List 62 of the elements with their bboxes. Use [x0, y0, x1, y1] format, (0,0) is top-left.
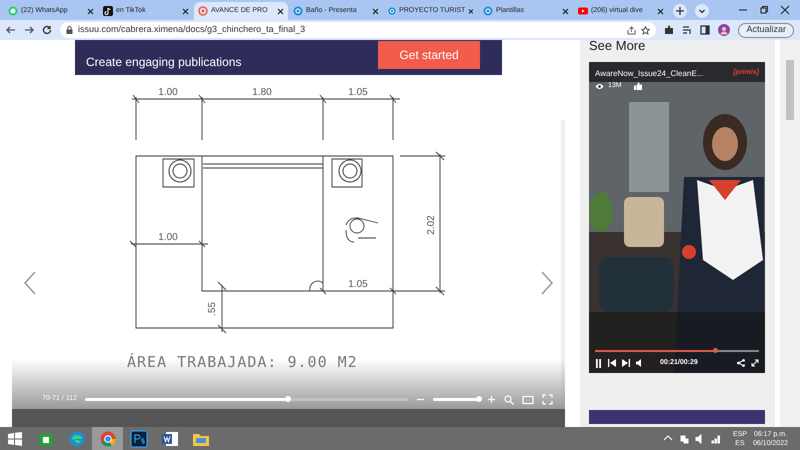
favicon-icon	[8, 6, 18, 16]
word-icon	[160, 430, 178, 448]
star-icon[interactable]	[641, 26, 650, 34]
favicon-icon	[103, 6, 113, 16]
network-icon[interactable]	[678, 434, 689, 444]
edge-icon	[68, 430, 86, 448]
photoshop-icon	[130, 430, 148, 448]
favicon-icon	[578, 6, 588, 16]
dimension-label: 1.05	[348, 279, 368, 290]
taskbar-button[interactable]	[92, 427, 123, 450]
dimension-label: 1.05	[348, 87, 368, 98]
next-icon[interactable]	[622, 359, 630, 368]
favicon-icon	[483, 6, 493, 16]
dimension-label: .55	[207, 302, 218, 316]
pause-icon[interactable]	[595, 358, 602, 368]
video-title: AwareNow_Issue24_CleanE...	[595, 68, 704, 80]
page-slider[interactable]	[84, 398, 408, 401]
restore-icon[interactable]	[759, 5, 769, 15]
close-icon[interactable]	[657, 8, 664, 14]
area-label: ÁREA TRABAJADA: 9.00 M2	[127, 352, 358, 373]
previous-page-icon[interactable]	[24, 271, 36, 295]
next-page-icon[interactable]	[541, 271, 553, 295]
signal-icon[interactable]	[710, 434, 721, 444]
close-icon[interactable]	[182, 8, 189, 14]
close-icon[interactable]	[468, 8, 474, 14]
forward-icon[interactable]	[24, 25, 34, 35]
close-icon[interactable]	[372, 8, 379, 14]
favicon-icon	[293, 6, 303, 16]
avatar-icon[interactable]	[718, 24, 730, 36]
update-button[interactable]: Actualizar	[738, 22, 794, 38]
close-icon[interactable]	[780, 5, 790, 15]
favicon-icon	[198, 6, 208, 16]
store-icon	[36, 430, 54, 448]
dimension-label: 1.80	[252, 87, 272, 98]
scrollbar[interactable]	[780, 40, 800, 427]
mute-icon[interactable]	[636, 359, 644, 368]
tab-search-icon[interactable]	[695, 4, 709, 18]
favicon-icon	[388, 6, 396, 16]
address-field[interactable]: issuu.com/cabrera.ximena/docs/g3_chinchero_ta_final_3	[60, 22, 656, 38]
lock-icon	[66, 26, 73, 34]
eye-icon	[595, 82, 604, 90]
dimension-label: 1.00	[158, 232, 178, 243]
dimension-label: 1.00	[158, 87, 178, 98]
close-icon[interactable]	[277, 8, 284, 14]
zoom-slider[interactable]	[433, 398, 479, 401]
new-tab-icon[interactable]	[673, 4, 687, 18]
reload-icon[interactable]	[42, 25, 52, 35]
chrome-icon	[98, 430, 116, 448]
previous-icon[interactable]	[608, 359, 616, 368]
back-icon[interactable]	[6, 25, 16, 35]
puzzle-icon[interactable]	[664, 25, 674, 35]
close-icon[interactable]	[562, 8, 569, 14]
url-text: issuu.com/cabrera.ximena/docs/g3_chinchero_ta_final_3	[78, 23, 306, 36]
close-icon[interactable]	[87, 8, 94, 14]
sidebar-icon[interactable]	[700, 25, 710, 35]
section-heading: See More	[589, 40, 646, 55]
start-icon[interactable]	[8, 432, 22, 446]
banner-text: Create engaging publications	[86, 54, 242, 70]
expand-icon[interactable]	[751, 359, 759, 368]
dimension-label: 2.02	[426, 215, 437, 235]
playlist-icon[interactable]	[682, 25, 692, 35]
thumbs-up-icon[interactable]	[634, 82, 642, 90]
